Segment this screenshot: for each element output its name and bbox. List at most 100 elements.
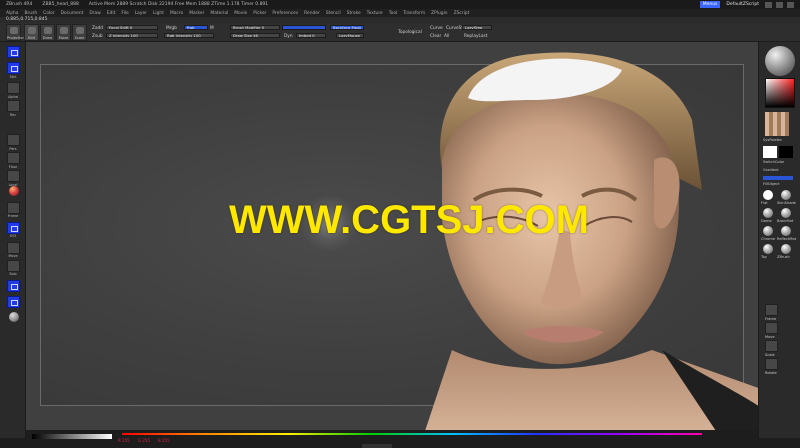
m-toggle[interactable]: M <box>210 26 214 31</box>
gradient-toggle[interactable]: Gradient <box>763 168 779 172</box>
lazystep-slider[interactable]: LazyStep <box>462 25 492 30</box>
material-toy[interactable] <box>763 244 773 254</box>
brush-thumbnail[interactable] <box>7 46 20 58</box>
draw-size-label: Draw Size 46 <box>233 33 258 38</box>
draw-size-slider[interactable]: Draw Size 46 <box>230 33 280 38</box>
material-reflectmat[interactable] <box>781 226 791 236</box>
material-chrome[interactable] <box>763 226 773 236</box>
rotate-view-label: Rotate <box>765 371 777 375</box>
z-intensity-slider[interactable]: Z Intensity 100 <box>106 33 158 38</box>
secondary-color-swatch[interactable] <box>779 146 793 158</box>
menu-alpha[interactable]: Alpha <box>6 11 18 16</box>
move-view-button[interactable] <box>7 242 20 254</box>
menu-edit[interactable]: Edit <box>107 11 116 16</box>
material-basicmat[interactable] <box>781 208 791 218</box>
gray-gradient[interactable] <box>32 434 112 439</box>
menu-macro[interactable]: Macro <box>170 11 183 16</box>
material-flat[interactable] <box>763 190 773 200</box>
alpha-thumbnail[interactable] <box>7 82 20 94</box>
menu-zscript[interactable]: ZScript <box>454 11 470 16</box>
menu-draw[interactable]: Draw <box>89 11 100 16</box>
backface-mask-toggle[interactable]: Backface Mask <box>330 25 364 30</box>
menu-layer[interactable]: Layer <box>135 11 147 16</box>
close-icon[interactable] <box>787 1 794 8</box>
fillobject-button[interactable]: FillObject <box>763 182 780 186</box>
material-dome[interactable] <box>763 208 773 218</box>
zsub-toggle[interactable]: Zsub <box>92 34 103 39</box>
persp-button[interactable] <box>7 134 20 146</box>
floor-button[interactable] <box>7 152 20 164</box>
rotate-view-button[interactable] <box>765 358 778 370</box>
move-view-right-button[interactable] <box>765 322 778 334</box>
scale-button[interactable]: Scale <box>72 24 87 41</box>
transp-button[interactable] <box>7 296 20 308</box>
dynamic-toggle[interactable]: Dyn <box>284 34 293 39</box>
material-skinshade[interactable] <box>781 190 791 200</box>
clear-button[interactable]: Clear <box>430 34 441 39</box>
menus-button[interactable]: Menus <box>699 1 721 8</box>
draw-button[interactable]: Draw <box>40 24 55 41</box>
palette-swatches[interactable] <box>765 112 789 136</box>
gradient-bar[interactable] <box>763 176 793 180</box>
zadd-toggle[interactable]: Zadd <box>92 26 103 31</box>
local-button[interactable] <box>7 170 20 182</box>
rgb-intensity-slider[interactable]: Rgb Intensity 100 <box>164 33 214 38</box>
focal-shift-slider[interactable]: Focal Shift 0 <box>106 25 158 30</box>
menu-preferences[interactable]: Preferences <box>272 11 298 16</box>
menu-picker[interactable]: Picker <box>253 11 266 16</box>
frame-button[interactable] <box>7 202 20 214</box>
menu-stroke[interactable]: Stroke <box>347 11 361 16</box>
menu-tool[interactable]: Tool <box>389 11 398 16</box>
default-zscript-button[interactable]: DefaultZScript <box>724 2 761 7</box>
switchcolor-button[interactable]: SwitchColor <box>763 160 784 164</box>
xyz-button[interactable] <box>7 222 20 234</box>
frame-view-button[interactable] <box>765 304 778 316</box>
imbed-slider[interactable]: Imbed 0 <box>296 33 326 38</box>
move-button[interactable]: Move <box>56 24 71 41</box>
color-spectrum[interactable] <box>122 433 702 435</box>
minimize-icon[interactable] <box>765 1 772 8</box>
material-chrome-label: Chrome <box>761 237 776 241</box>
viewport[interactable]: WWW.CGTSJ.COM <box>26 42 758 430</box>
move-view-right-label: Move <box>765 335 775 339</box>
lazymouse-toggle[interactable]: LazyMouse <box>336 33 364 38</box>
material-zbrush[interactable] <box>781 244 791 254</box>
brush-modifier-value[interactable] <box>282 25 326 30</box>
replay-last-button[interactable]: ReplayLast <box>464 34 487 39</box>
menu-texture[interactable]: Texture <box>367 11 383 16</box>
mrgb-toggle[interactable]: Mrgb <box>166 26 177 31</box>
maximize-icon[interactable] <box>776 1 783 8</box>
menu-light[interactable]: Light <box>153 11 164 16</box>
color-ball[interactable] <box>9 312 19 322</box>
brush-modifier-slider[interactable]: Brush Modifier 0 <box>230 25 280 30</box>
menu-brush[interactable]: Brush <box>24 11 37 16</box>
menu-render[interactable]: Render <box>304 11 320 16</box>
menu-zplugin[interactable]: ZPlugin <box>431 11 447 16</box>
projection-master-button[interactable]: Projection <box>6 24 25 41</box>
menu-file[interactable]: File <box>121 11 128 16</box>
menu-stencil[interactable]: Stencil <box>326 11 341 16</box>
brush-preview[interactable] <box>765 46 795 76</box>
stroke-thumbnail[interactable] <box>7 62 20 74</box>
menu-transform[interactable]: Transform <box>403 11 425 16</box>
main-color-swatch[interactable] <box>763 146 777 158</box>
rec-button[interactable] <box>7 100 20 112</box>
rgb-toggle[interactable]: Rgb <box>184 25 208 30</box>
scale-view-right-button[interactable] <box>765 340 778 352</box>
menu-marker[interactable]: Marker <box>189 11 204 16</box>
all-button[interactable]: All <box>444 34 449 39</box>
menu-color[interactable]: Color <box>43 11 54 16</box>
menu-document[interactable]: Document <box>61 11 84 16</box>
material-thumbnail[interactable] <box>9 186 19 196</box>
edit-button[interactable]: Edit <box>24 24 39 41</box>
tray-handle[interactable] <box>362 444 392 448</box>
polyframe-button[interactable] <box>7 280 20 292</box>
menu-movie[interactable]: Movie <box>234 11 247 16</box>
topological-toggle[interactable]: Topological <box>398 30 422 35</box>
color-picker[interactable] <box>765 78 795 108</box>
scale-view-button[interactable] <box>7 260 20 272</box>
xyz-label: XYZ <box>9 234 17 238</box>
menu-material[interactable]: Material <box>210 11 228 16</box>
rgb-intensity-label: Rgb Intensity 100 <box>167 33 201 38</box>
curve-toggle[interactable]: Curve <box>430 26 443 31</box>
